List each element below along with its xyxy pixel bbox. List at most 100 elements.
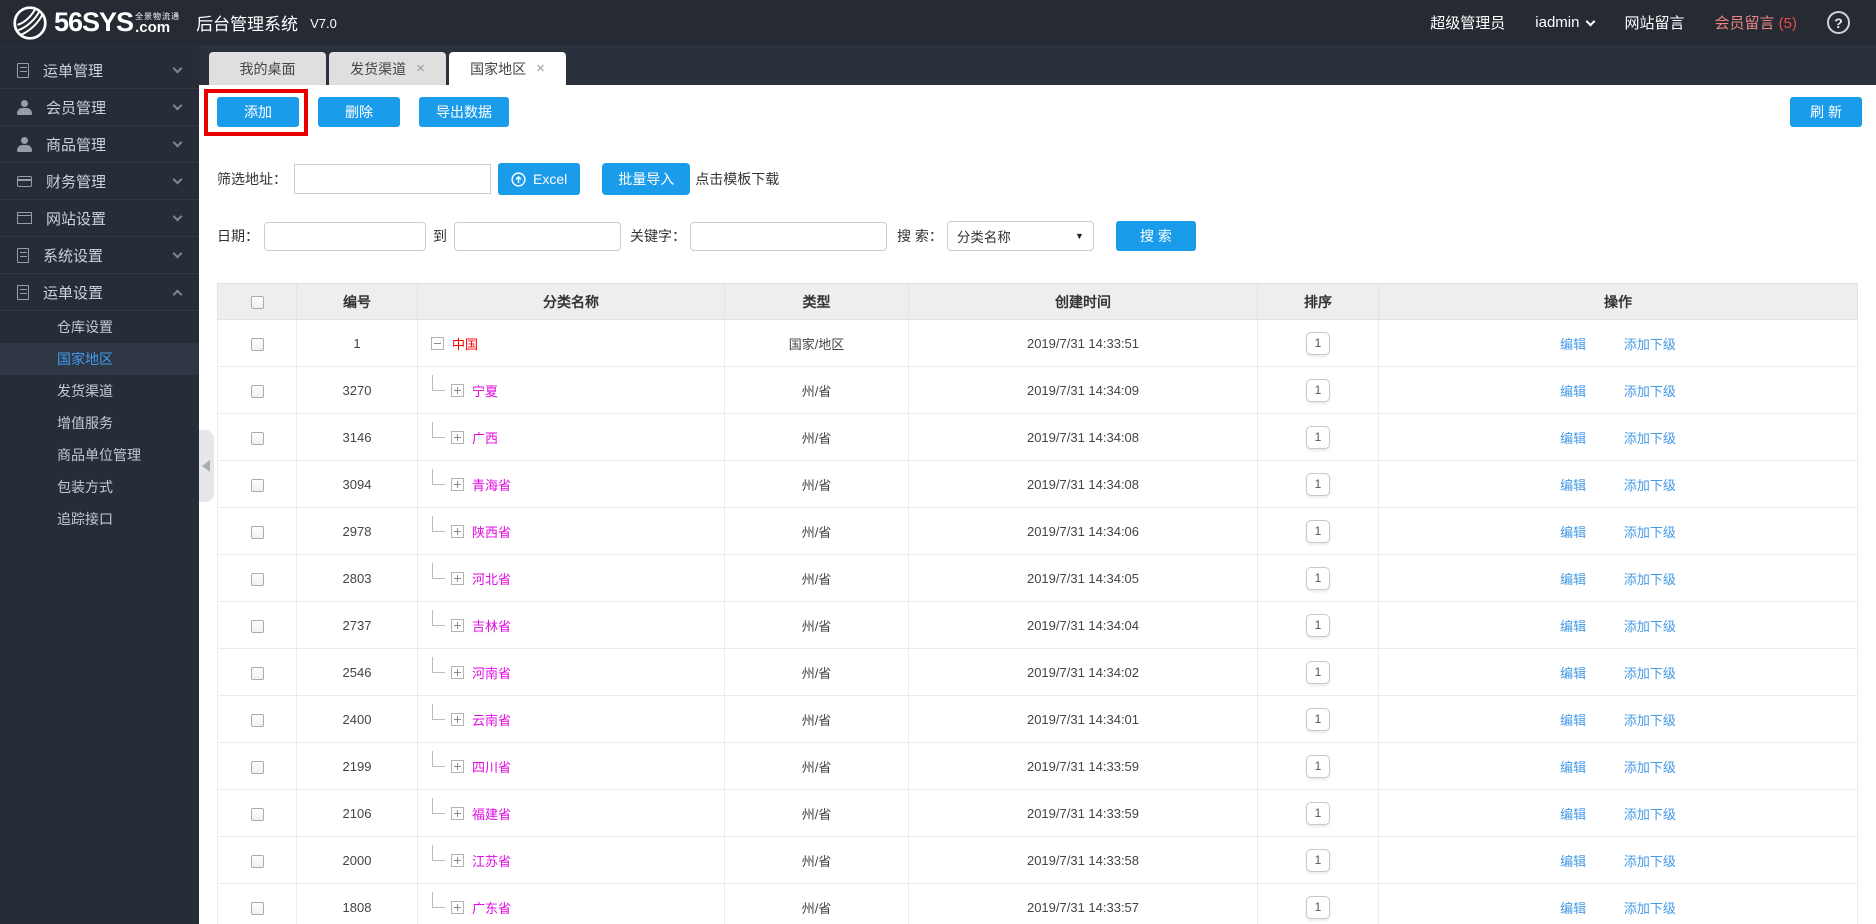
expand-node-icon[interactable] bbox=[451, 713, 464, 726]
region-name-link[interactable]: 河南省 bbox=[472, 663, 511, 682]
address-filter-input[interactable] bbox=[294, 164, 491, 194]
search-button[interactable]: 搜 索 bbox=[1116, 221, 1196, 251]
add-child-link[interactable]: 添加下级 bbox=[1624, 713, 1676, 728]
region-name-link[interactable]: 广东省 bbox=[472, 898, 511, 917]
edit-link[interactable]: 编辑 bbox=[1560, 478, 1586, 493]
add-child-link[interactable]: 添加下级 bbox=[1624, 478, 1676, 493]
sidebar-item[interactable]: 会员管理 bbox=[0, 89, 199, 126]
region-name-link[interactable]: 宁夏 bbox=[472, 381, 498, 400]
sidebar-item[interactable]: 运单设置 bbox=[0, 274, 199, 311]
row-checkbox[interactable] bbox=[251, 385, 264, 398]
region-name-link[interactable]: 江苏省 bbox=[472, 851, 511, 870]
template-download-link[interactable]: 点击模板下载 bbox=[695, 169, 779, 189]
expand-node-icon[interactable] bbox=[451, 478, 464, 491]
edit-link[interactable]: 编辑 bbox=[1560, 337, 1586, 352]
region-name-link[interactable]: 福建省 bbox=[472, 804, 511, 823]
sidebar-subitem[interactable]: 发货渠道 bbox=[0, 375, 199, 407]
expand-node-icon[interactable] bbox=[451, 384, 464, 397]
edit-link[interactable]: 编辑 bbox=[1560, 572, 1586, 587]
expand-node-icon[interactable] bbox=[451, 619, 464, 632]
sort-value[interactable]: 1 bbox=[1306, 379, 1330, 402]
add-child-link[interactable]: 添加下级 bbox=[1624, 384, 1676, 399]
add-child-link[interactable]: 添加下级 bbox=[1624, 525, 1676, 540]
row-checkbox[interactable] bbox=[251, 479, 264, 492]
region-name-link[interactable]: 四川省 bbox=[472, 757, 511, 776]
search-type-select[interactable]: 分类名称 ▼ bbox=[947, 221, 1094, 251]
add-child-link[interactable]: 添加下级 bbox=[1624, 854, 1676, 869]
sort-value[interactable]: 1 bbox=[1306, 426, 1330, 449]
sort-value[interactable]: 1 bbox=[1306, 567, 1330, 590]
region-name-link[interactable]: 广西 bbox=[472, 428, 498, 447]
row-checkbox[interactable] bbox=[251, 573, 264, 586]
sort-value[interactable]: 1 bbox=[1306, 614, 1330, 637]
tab-close-icon[interactable]: × bbox=[536, 61, 545, 76]
expand-node-icon[interactable] bbox=[451, 760, 464, 773]
sort-value[interactable]: 1 bbox=[1306, 708, 1330, 731]
sidebar-item[interactable]: 商品管理 bbox=[0, 126, 199, 163]
add-child-link[interactable]: 添加下级 bbox=[1624, 431, 1676, 446]
expand-node-icon[interactable] bbox=[451, 525, 464, 538]
sidebar-subitem[interactable]: 国家地区 bbox=[0, 343, 199, 375]
add-child-link[interactable]: 添加下级 bbox=[1624, 666, 1676, 681]
sidebar-subitem[interactable]: 追踪接口 bbox=[0, 503, 199, 535]
tab[interactable]: 我的桌面 bbox=[209, 52, 326, 85]
row-checkbox[interactable] bbox=[251, 526, 264, 539]
refresh-button[interactable]: 刷 新 bbox=[1790, 97, 1862, 127]
row-checkbox[interactable] bbox=[251, 714, 264, 727]
edit-link[interactable]: 编辑 bbox=[1560, 384, 1586, 399]
row-checkbox[interactable] bbox=[251, 902, 264, 915]
expand-node-icon[interactable] bbox=[451, 431, 464, 444]
add-child-link[interactable]: 添加下级 bbox=[1624, 807, 1676, 822]
delete-button[interactable]: 删除 bbox=[318, 97, 400, 127]
region-name-link[interactable]: 中国 bbox=[452, 334, 478, 353]
export-data-button[interactable]: 导出数据 bbox=[419, 97, 509, 127]
region-name-link[interactable]: 云南省 bbox=[472, 710, 511, 729]
sort-value[interactable]: 1 bbox=[1306, 661, 1330, 684]
add-child-link[interactable]: 添加下级 bbox=[1624, 619, 1676, 634]
keyword-input[interactable] bbox=[690, 222, 887, 251]
tab[interactable]: 发货渠道 × bbox=[329, 52, 446, 85]
expand-node-icon[interactable] bbox=[451, 854, 464, 867]
sidebar-item[interactable]: 网站设置 bbox=[0, 200, 199, 237]
sidebar-item[interactable]: 系统设置 bbox=[0, 237, 199, 274]
sort-value[interactable]: 1 bbox=[1306, 802, 1330, 825]
member-messages-link[interactable]: 会员留言 (5) bbox=[1714, 12, 1797, 33]
edit-link[interactable]: 编辑 bbox=[1560, 666, 1586, 681]
row-checkbox[interactable] bbox=[251, 855, 264, 868]
expand-node-icon[interactable] bbox=[451, 901, 464, 914]
edit-link[interactable]: 编辑 bbox=[1560, 619, 1586, 634]
region-name-link[interactable]: 青海省 bbox=[472, 475, 511, 494]
sort-value[interactable]: 1 bbox=[1306, 896, 1330, 919]
add-child-link[interactable]: 添加下级 bbox=[1624, 760, 1676, 775]
add-button[interactable]: 添加 bbox=[217, 97, 299, 127]
row-checkbox[interactable] bbox=[251, 432, 264, 445]
tab[interactable]: 国家地区 × bbox=[449, 52, 566, 85]
row-checkbox[interactable] bbox=[251, 620, 264, 633]
edit-link[interactable]: 编辑 bbox=[1560, 807, 1586, 822]
add-child-link[interactable]: 添加下级 bbox=[1624, 337, 1676, 352]
sidebar-item[interactable]: 运单管理 bbox=[0, 52, 199, 89]
region-name-link[interactable]: 陕西省 bbox=[472, 522, 511, 541]
add-child-link[interactable]: 添加下级 bbox=[1624, 572, 1676, 587]
edit-link[interactable]: 编辑 bbox=[1560, 431, 1586, 446]
tab-close-icon[interactable]: × bbox=[416, 61, 425, 76]
select-all-checkbox[interactable] bbox=[251, 296, 264, 309]
collapse-node-icon[interactable] bbox=[431, 337, 444, 350]
add-child-link[interactable]: 添加下级 bbox=[1624, 901, 1676, 916]
edit-link[interactable]: 编辑 bbox=[1560, 901, 1586, 916]
sort-value[interactable]: 1 bbox=[1306, 332, 1330, 355]
expand-node-icon[interactable] bbox=[451, 666, 464, 679]
sort-value[interactable]: 1 bbox=[1306, 755, 1330, 778]
expand-node-icon[interactable] bbox=[451, 807, 464, 820]
excel-button[interactable]: Excel bbox=[498, 163, 580, 195]
sort-value[interactable]: 1 bbox=[1306, 520, 1330, 543]
help-icon[interactable]: ? bbox=[1827, 11, 1850, 34]
sidebar-subitem[interactable]: 增值服务 bbox=[0, 407, 199, 439]
sidebar-subitem[interactable]: 商品单位管理 bbox=[0, 439, 199, 471]
edit-link[interactable]: 编辑 bbox=[1560, 854, 1586, 869]
row-checkbox[interactable] bbox=[251, 338, 264, 351]
date-to-input[interactable] bbox=[454, 222, 621, 251]
batch-import-button[interactable]: 批量导入 bbox=[602, 163, 690, 195]
sidebar-item[interactable]: 财务管理 bbox=[0, 163, 199, 200]
row-checkbox[interactable] bbox=[251, 808, 264, 821]
